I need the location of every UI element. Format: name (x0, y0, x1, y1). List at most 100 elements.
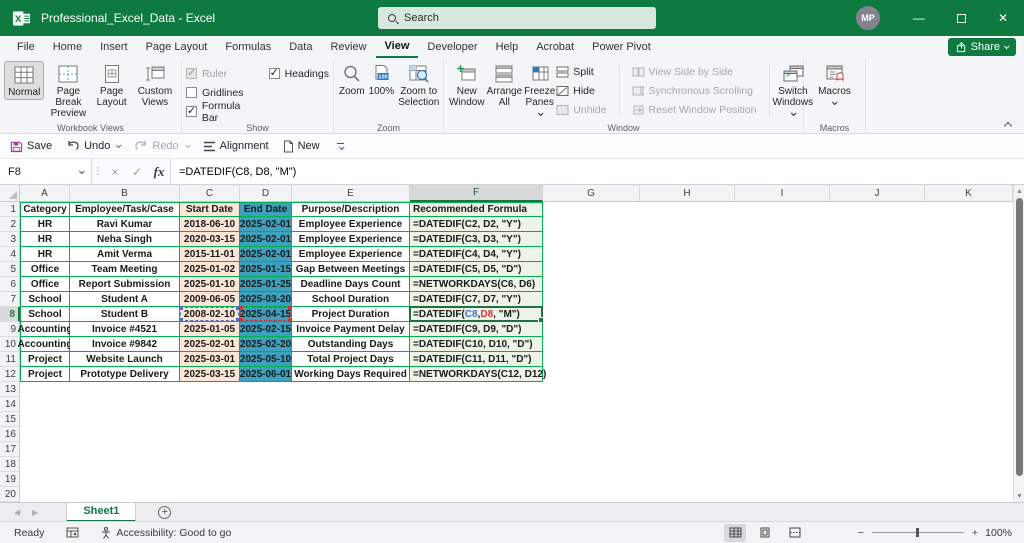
ruler-checkbox[interactable]: Ruler (186, 65, 259, 82)
cell-A7[interactable]: School (20, 292, 70, 307)
arrange-all-button[interactable]: Arrange All (486, 61, 524, 109)
cancel-entry-button[interactable]: × (104, 159, 126, 184)
empty-cells[interactable] (543, 307, 1013, 322)
row-header-4[interactable]: 4 (0, 247, 20, 262)
cell-C11[interactable]: 2025-03-01 (180, 352, 240, 367)
cell-A8[interactable]: School (20, 307, 70, 322)
avatar[interactable]: MP (856, 6, 880, 30)
search-input[interactable]: Search (378, 7, 656, 29)
row-header-5[interactable]: 5 (0, 262, 20, 277)
column-header-G[interactable]: G (543, 185, 640, 202)
minimize-button[interactable]: — (898, 0, 940, 36)
cell-E3[interactable]: Employee Experience (292, 232, 410, 247)
cell-B5[interactable]: Team Meeting (70, 262, 180, 277)
cell-B7[interactable]: Student A (70, 292, 180, 307)
headings-checkbox[interactable]: Headings (268, 65, 329, 82)
empty-cells[interactable] (20, 412, 1013, 427)
row-header-18[interactable]: 18 (0, 457, 20, 472)
redo-button[interactable]: Redo (134, 140, 191, 152)
empty-cells[interactable] (20, 442, 1013, 457)
page-layout-shortcut-button[interactable] (754, 524, 776, 542)
cell-F10[interactable]: =DATEDIF(C10, D10, "D") (410, 337, 543, 352)
cell-E5[interactable]: Gap Between Meetings (292, 262, 410, 277)
tab-formulas[interactable]: Formulas (216, 36, 280, 58)
hide-button[interactable]: Hide (556, 82, 606, 99)
zoom-100-button[interactable]: 100 100% (368, 61, 396, 98)
cell-B8[interactable]: Student B (70, 307, 180, 322)
cell-D8[interactable]: 2025-04-15 (239, 306, 292, 322)
column-header-B[interactable]: B (70, 185, 180, 202)
row-header-16[interactable]: 16 (0, 427, 20, 442)
cell-B12[interactable]: Prototype Delivery (70, 367, 180, 382)
row-header-1[interactable]: 1 (0, 202, 20, 217)
cell-A5[interactable]: Office (20, 262, 70, 277)
empty-cells[interactable] (543, 322, 1013, 337)
cell-C8[interactable]: 2008-02-10 (179, 306, 240, 322)
formula-input[interactable]: =DATEDIF(C8, D8, "M") (170, 159, 1024, 184)
confirm-entry-button[interactable]: ✓ (126, 159, 148, 184)
cell-E4[interactable]: Employee Experience (292, 247, 410, 262)
cell-C7[interactable]: 2009-06-05 (180, 292, 240, 307)
cell-D1[interactable]: End Date (240, 202, 292, 217)
cell-E7[interactable]: School Duration (292, 292, 410, 307)
insert-function-button[interactable]: fx (148, 159, 170, 184)
tab-file[interactable]: File (8, 36, 44, 58)
cell-A10[interactable]: Accounting (18, 337, 73, 352)
cell-A2[interactable]: HR (20, 217, 70, 232)
cell-D7[interactable]: 2025-03-20 (240, 292, 292, 307)
zoom-slider-thumb[interactable] (915, 528, 919, 537)
macro-record-button[interactable] (66, 527, 79, 538)
cell-F2[interactable]: =DATEDIF(C2, D2, "Y") (410, 217, 543, 232)
zoom-in-button[interactable]: + (972, 527, 978, 539)
row-header-14[interactable]: 14 (0, 397, 20, 412)
cell-F5[interactable]: =DATEDIF(C5, D5, "D") (410, 262, 543, 277)
reset-window-position-button[interactable]: Reset Window Position (632, 101, 757, 118)
cell-E9[interactable]: Invoice Payment Delay (292, 322, 410, 337)
freeze-panes-button[interactable]: * Freeze Panes (523, 61, 556, 121)
select-all-corner[interactable] (0, 185, 20, 202)
cell-C2[interactable]: 2018-06-10 (180, 217, 240, 232)
vertical-scrollbar-thumb[interactable] (1016, 198, 1023, 476)
tab-data[interactable]: Data (280, 36, 321, 58)
macros-button[interactable]: Macros (812, 61, 858, 109)
split-button[interactable]: Split (556, 63, 606, 80)
new-window-button[interactable]: New Window (448, 61, 486, 109)
normal-view-shortcut-button[interactable] (724, 523, 746, 542)
cell-F12[interactable]: =NETWORKDAYS(C12, D12) (410, 367, 546, 382)
cell-C5[interactable]: 2025-01-02 (180, 262, 240, 277)
zoom-level[interactable]: 100% (985, 527, 1012, 539)
empty-cells[interactable] (543, 367, 1013, 382)
empty-cells[interactable] (20, 397, 1013, 412)
cell-A6[interactable]: Office (20, 277, 70, 292)
row-header-6[interactable]: 6 (0, 277, 20, 292)
cell-A12[interactable]: Project (20, 367, 70, 382)
cell-D12[interactable]: 2025-06-01 (240, 367, 292, 382)
normal-view-button[interactable]: Normal (4, 61, 45, 101)
row-header-13[interactable]: 13 (0, 382, 20, 397)
zoom-to-selection-button[interactable]: Zoom to Selection (397, 61, 440, 109)
cell-D6[interactable]: 2025-01-25 (240, 277, 292, 292)
cell-E10[interactable]: Outstanding Days (292, 337, 410, 352)
scroll-up-icon[interactable]: ▲ (1014, 185, 1024, 197)
cell-E2[interactable]: Employee Experience (292, 217, 410, 232)
cell-B6[interactable]: Report Submission (70, 277, 180, 292)
cell-B9[interactable]: Invoice #4521 (70, 322, 180, 337)
cell-F8[interactable]: =DATEDIF(C8, D8, "M") (409, 306, 544, 323)
formula-bar-handle[interactable]: ⋮ (92, 159, 104, 184)
column-header-E[interactable]: E (292, 185, 410, 202)
tab-home[interactable]: Home (44, 36, 91, 58)
cell-D10[interactable]: 2025-02-20 (240, 337, 292, 352)
cell-A4[interactable]: HR (20, 247, 70, 262)
unhide-button[interactable]: Unhide (556, 101, 607, 118)
formula-bar-checkbox[interactable]: Formula Bar (186, 100, 259, 124)
cell-D9[interactable]: 2025-02-15 (240, 322, 292, 337)
sheet-tab-sheet1[interactable]: Sheet1 (66, 502, 137, 522)
cell-A3[interactable]: HR (20, 232, 70, 247)
custom-views-button[interactable]: Custom Views (133, 61, 177, 109)
empty-cells[interactable] (543, 232, 1013, 247)
cell-F11[interactable]: =DATEDIF(C11, D11, "D") (410, 352, 543, 367)
row-header-12[interactable]: 12 (0, 367, 20, 382)
empty-cells[interactable] (543, 352, 1013, 367)
zoom-out-button[interactable]: − (858, 527, 864, 539)
column-header-F[interactable]: F (410, 185, 543, 202)
